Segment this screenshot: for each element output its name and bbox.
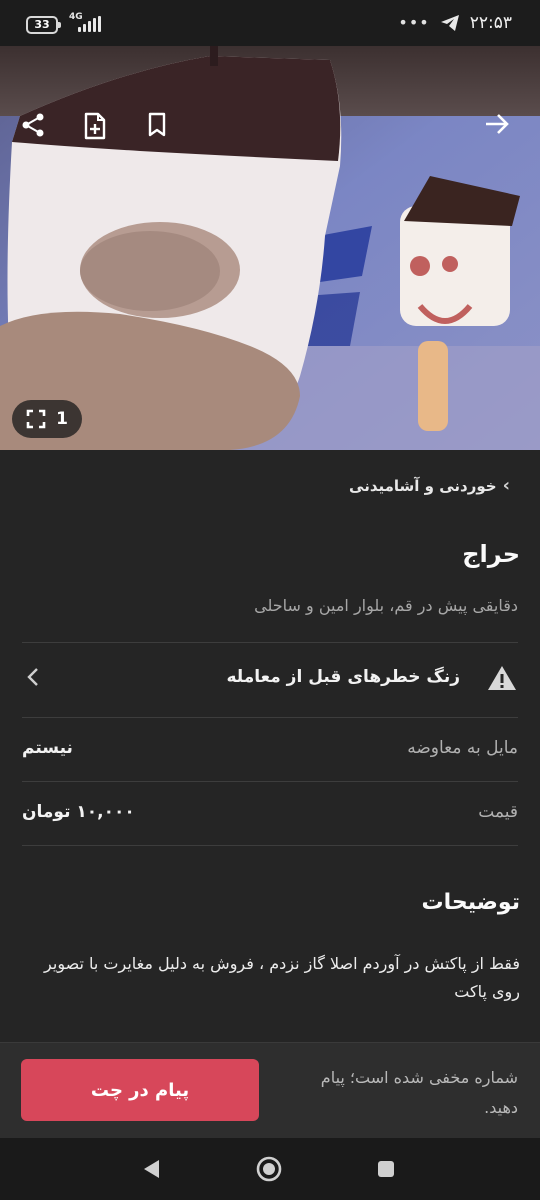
exchange-row: مایل به معاوضه نیستم bbox=[22, 720, 518, 782]
price-row: قیمت ۱۰,۰۰۰ تومان bbox=[22, 784, 518, 846]
nav-back-button[interactable] bbox=[136, 1154, 166, 1184]
listing-location-time: دقایقی پیش در قم، بلوار امین و ساحلی bbox=[254, 596, 518, 615]
battery-icon: 33 bbox=[26, 16, 61, 34]
telegram-icon bbox=[440, 15, 459, 31]
breadcrumb[interactable]: › خوردنی و آشامیدنی bbox=[349, 475, 510, 496]
notification-dots-icon: ••• bbox=[398, 13, 430, 32]
add-note-button[interactable] bbox=[83, 112, 119, 148]
nav-home-button[interactable] bbox=[254, 1154, 284, 1184]
status-bar: 33 4G ••• ۲۲:۵۳ bbox=[0, 0, 540, 46]
warning-icon bbox=[488, 666, 516, 690]
divider bbox=[22, 717, 518, 718]
price-label: قیمت bbox=[478, 802, 518, 822]
exchange-label: مایل به معاوضه bbox=[407, 738, 518, 758]
system-navigation-bar bbox=[0, 1138, 540, 1200]
divider bbox=[22, 642, 518, 643]
photo-counter[interactable]: 1 bbox=[12, 400, 82, 438]
add-note-icon bbox=[84, 112, 106, 140]
page-title: حراج bbox=[462, 540, 520, 568]
share-button[interactable] bbox=[20, 112, 56, 148]
recents-square-icon bbox=[378, 1161, 394, 1177]
listing-photo[interactable] bbox=[0, 46, 540, 450]
status-right: ••• ۲۲:۵۳ bbox=[398, 12, 512, 34]
ice-cream-photo bbox=[0, 46, 540, 450]
home-circle-icon bbox=[256, 1156, 282, 1182]
photo-count: 1 bbox=[56, 409, 68, 429]
safety-alert-row[interactable]: زنگ خطرهای قبل از معامله bbox=[22, 644, 518, 718]
exchange-value: نیستم bbox=[22, 738, 73, 758]
status-clock: ۲۲:۵۳ bbox=[469, 13, 512, 33]
back-triangle-icon bbox=[144, 1160, 159, 1178]
safety-alert-label: زنگ خطرهای قبل از معامله bbox=[226, 667, 460, 687]
fullscreen-icon bbox=[26, 409, 46, 429]
contact-action-bar: پیام در چت شماره مخفی شده است؛ پیام دهید… bbox=[0, 1042, 540, 1138]
chevron-left-icon bbox=[27, 668, 38, 686]
chevron-right-icon: › bbox=[502, 475, 510, 496]
hidden-phone-note: شماره مخفی شده است؛ پیام دهید. bbox=[320, 1068, 518, 1117]
description-text: فقط از پاکتش در آوردم اصلا گاز نزدم ، فر… bbox=[44, 954, 520, 1001]
bookmark-icon bbox=[148, 112, 166, 137]
price-value: ۱۰,۰۰۰ تومان bbox=[22, 802, 135, 822]
arrow-forward-icon bbox=[486, 114, 509, 134]
chat-message-button[interactable]: پیام در چت bbox=[21, 1059, 259, 1121]
share-icon bbox=[22, 113, 44, 137]
signal-icon bbox=[78, 16, 101, 32]
nav-recents-button[interactable] bbox=[371, 1154, 401, 1184]
divider bbox=[22, 845, 518, 846]
description-heading: توضیحات bbox=[421, 890, 520, 915]
back-button[interactable] bbox=[484, 112, 520, 148]
bookmark-button[interactable] bbox=[147, 112, 183, 148]
divider bbox=[22, 781, 518, 782]
breadcrumb-category[interactable]: خوردنی و آشامیدنی bbox=[349, 477, 497, 495]
